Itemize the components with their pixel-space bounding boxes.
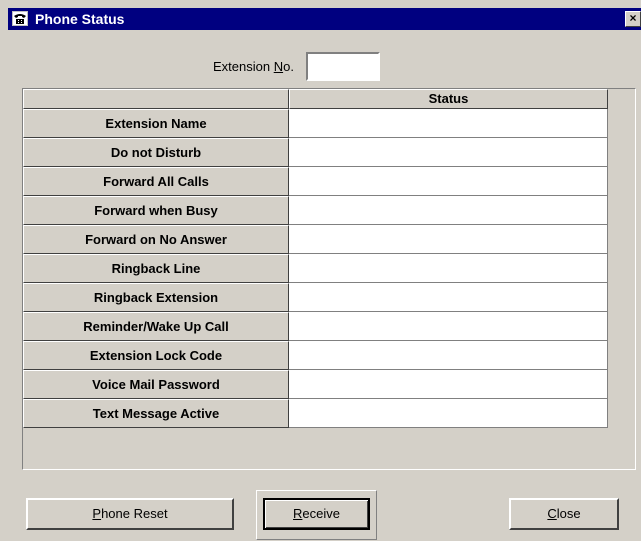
row-label[interactable]: Extension Lock Code bbox=[23, 341, 289, 370]
row-label[interactable]: Forward on No Answer bbox=[23, 225, 289, 254]
row-label[interactable]: Forward All Calls bbox=[23, 167, 289, 196]
telephone-icon bbox=[12, 11, 28, 26]
title-bar[interactable]: Phone Status × bbox=[8, 8, 641, 30]
status-cell[interactable] bbox=[289, 138, 608, 167]
status-cell[interactable] bbox=[289, 225, 608, 254]
status-grid: Status Extension Name Do not Disturb Forwa… bbox=[22, 88, 636, 470]
row-label[interactable]: Ringback Extension bbox=[23, 283, 289, 312]
status-cell[interactable] bbox=[289, 399, 608, 428]
status-column-header[interactable]: Status bbox=[289, 89, 608, 109]
window-title: Phone Status bbox=[35, 11, 125, 27]
status-cell[interactable] bbox=[289, 312, 608, 341]
status-cell[interactable] bbox=[289, 196, 608, 225]
status-cell[interactable] bbox=[289, 283, 608, 312]
row-label[interactable]: Text Message Active bbox=[23, 399, 289, 428]
row-label[interactable]: Reminder/Wake Up Call bbox=[23, 312, 289, 341]
row-label[interactable]: Voice Mail Password bbox=[23, 370, 289, 399]
close-button[interactable]: Close bbox=[509, 498, 619, 530]
extension-number-input[interactable] bbox=[306, 52, 380, 81]
receive-button[interactable]: Receive bbox=[263, 498, 370, 530]
status-cell[interactable] bbox=[289, 254, 608, 283]
phone-reset-button[interactable]: Phone Reset bbox=[26, 498, 234, 530]
row-label[interactable]: Ringback Line bbox=[23, 254, 289, 283]
status-cell[interactable] bbox=[289, 109, 608, 138]
extension-label: Extension No. bbox=[213, 59, 294, 74]
row-label[interactable]: Do not Disturb bbox=[23, 138, 289, 167]
status-cell[interactable] bbox=[289, 167, 608, 196]
status-cell[interactable] bbox=[289, 341, 608, 370]
status-cell[interactable] bbox=[289, 370, 608, 399]
row-label[interactable]: Extension Name bbox=[23, 109, 289, 138]
row-label[interactable]: Forward when Busy bbox=[23, 196, 289, 225]
corner-header bbox=[23, 89, 289, 109]
phone-status-window: Phone Status × Extension No. Status Exte… bbox=[8, 8, 641, 541]
close-icon[interactable]: × bbox=[625, 11, 641, 27]
